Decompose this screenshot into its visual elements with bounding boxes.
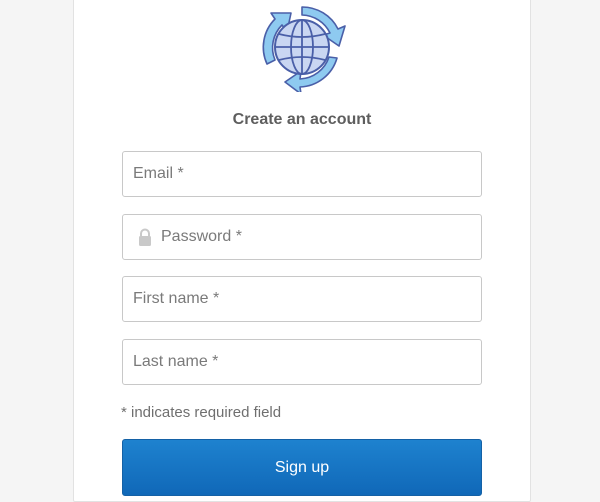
first-name-field[interactable] — [122, 276, 482, 322]
password-input[interactable] — [161, 215, 481, 259]
last-name-input[interactable] — [133, 340, 481, 384]
lock-icon — [139, 228, 151, 246]
required-field-note: * indicates required field — [121, 404, 282, 421]
email-field[interactable] — [122, 151, 482, 197]
email-input[interactable] — [133, 152, 481, 196]
first-name-input[interactable] — [133, 277, 481, 321]
globe-with-circular-arrows-icon — [262, 6, 346, 92]
page-title: Create an account — [232, 111, 372, 128]
last-name-field[interactable] — [122, 339, 482, 385]
sign-up-button[interactable]: Sign up — [122, 439, 482, 496]
password-field[interactable] — [122, 214, 482, 260]
